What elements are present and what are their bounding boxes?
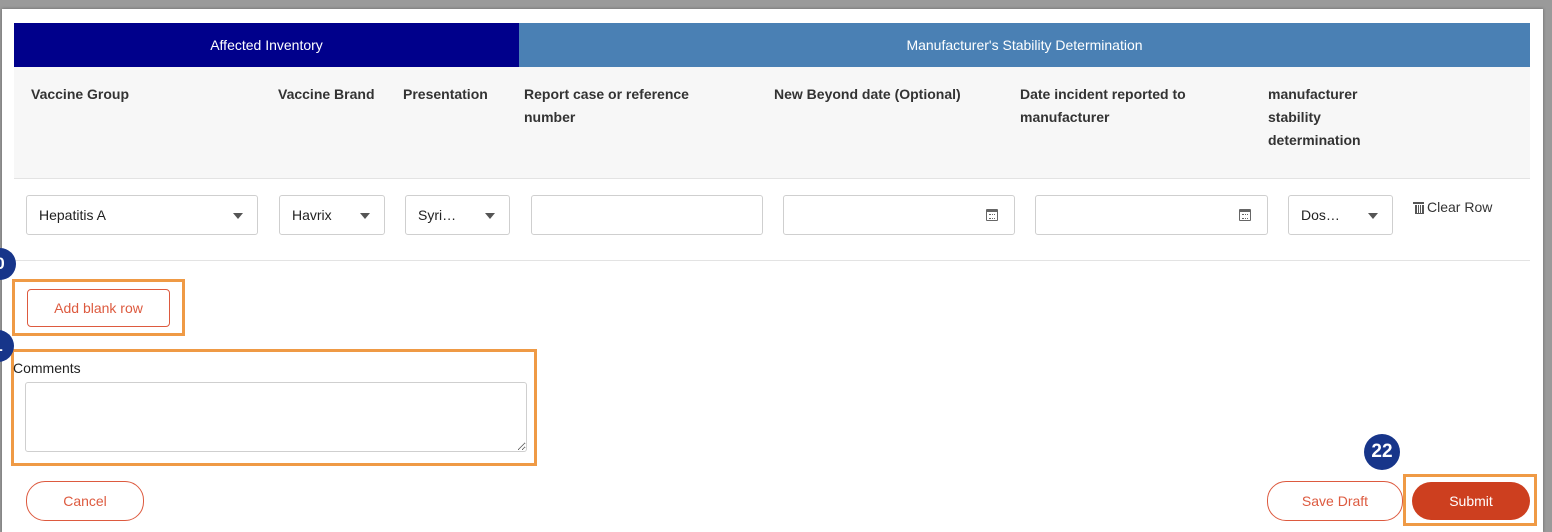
cancel-button[interactable]: Cancel bbox=[26, 481, 144, 521]
affected-inventory-header: Affected Inventory bbox=[14, 23, 519, 67]
clear-row-button[interactable]: Clear Row bbox=[1413, 199, 1492, 215]
report-number-input[interactable] bbox=[531, 195, 763, 235]
vaccine-brand-select[interactable]: Havrix bbox=[279, 195, 385, 235]
vaccine-group-select[interactable]: Hepatitis A bbox=[26, 195, 258, 235]
submit-button[interactable]: Submit bbox=[1412, 482, 1530, 520]
chevron-down-icon bbox=[485, 213, 495, 219]
col-stability-determination: manufacturer stability determination bbox=[1268, 86, 1361, 148]
chevron-down-icon bbox=[360, 213, 370, 219]
vaccine-group-value: Hepatitis A bbox=[39, 207, 106, 223]
comments-label: Comments bbox=[13, 360, 81, 376]
comments-textarea[interactable] bbox=[25, 382, 527, 452]
col-new-beyond-date: New Beyond date (Optional) bbox=[774, 86, 961, 102]
trash-icon bbox=[1413, 201, 1424, 214]
add-blank-row-button[interactable]: Add blank row bbox=[27, 289, 170, 327]
chevron-down-icon bbox=[1368, 213, 1378, 219]
calendar-icon[interactable] bbox=[986, 209, 998, 221]
step-badge-submit: 22 bbox=[1364, 434, 1400, 470]
vaccine-brand-value: Havrix bbox=[292, 207, 332, 223]
col-vaccine-brand: Vaccine Brand bbox=[278, 86, 375, 102]
col-date-reported: Date incident reported to manufacturer bbox=[1020, 86, 1186, 125]
manufacturer-stability-header: Manufacturer's Stability Determination bbox=[519, 23, 1530, 67]
clear-row-label: Clear Row bbox=[1427, 199, 1493, 215]
col-vaccine-group: Vaccine Group bbox=[31, 86, 130, 102]
chevron-down-icon bbox=[233, 213, 243, 219]
column-headers: Vaccine Group Vaccine Brand Presentation… bbox=[14, 67, 1530, 179]
calendar-icon[interactable] bbox=[1239, 209, 1251, 221]
presentation-select[interactable]: Syri… bbox=[405, 195, 510, 235]
col-report-number: Report case or reference number bbox=[524, 86, 689, 125]
new-beyond-date-input[interactable] bbox=[783, 195, 1015, 235]
stability-determination-value: Dos… bbox=[1301, 207, 1340, 223]
date-reported-input[interactable] bbox=[1035, 195, 1268, 235]
row-divider bbox=[14, 260, 1530, 261]
presentation-value: Syri… bbox=[418, 207, 457, 223]
save-draft-button[interactable]: Save Draft bbox=[1267, 481, 1403, 521]
col-presentation: Presentation bbox=[403, 86, 488, 102]
stability-determination-select[interactable]: Dos… bbox=[1288, 195, 1393, 235]
